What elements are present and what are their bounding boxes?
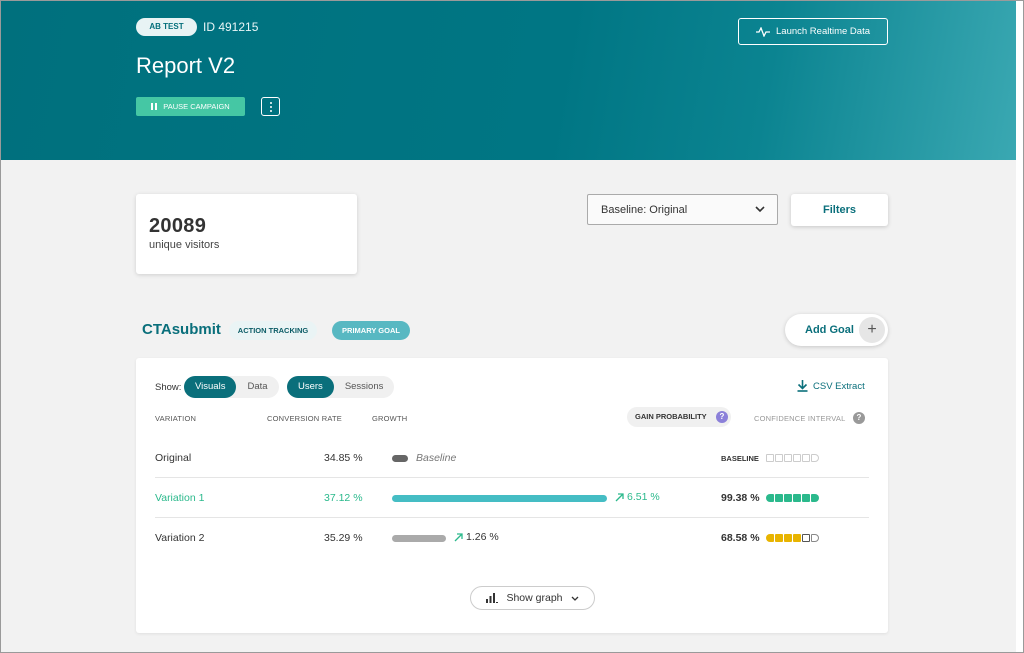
table-row: Variation 1 37.12 % 6.51 % 99.38 %: [155, 478, 869, 518]
gain-help-icon[interactable]: ?: [716, 411, 728, 423]
variation-name: Variation 1: [155, 492, 205, 504]
growth-value-text: 1.26 %: [466, 531, 499, 543]
pause-icon: [151, 103, 158, 110]
table-row: Original 34.85 % Baseline BASELINE: [155, 438, 869, 478]
action-tracking-chip: ACTION TRACKING: [229, 321, 317, 340]
ab-test-chip: AB TEST: [136, 18, 197, 36]
confidence-interval-meter: [766, 454, 819, 462]
gain-probability-value: 99.38 %: [721, 492, 760, 504]
chevron-down-icon: [571, 596, 578, 601]
add-goal-button[interactable]: Add Goal +: [785, 314, 888, 346]
more-options-icon[interactable]: [261, 97, 280, 116]
variation-name: Original: [155, 452, 192, 464]
show-graph-button[interactable]: Show graph: [470, 586, 595, 610]
toggle-visuals[interactable]: Visuals: [184, 376, 237, 398]
gain-probability-label: GAIN PROBABILITY: [635, 412, 707, 421]
show-label: Show:: [155, 382, 182, 393]
launch-realtime-data-button[interactable]: Launch Realtime Data: [738, 18, 888, 45]
confidence-segment: [784, 494, 792, 502]
confidence-segment: [802, 454, 810, 462]
view-toggle: Visuals Data: [184, 376, 279, 398]
page-title: Report V2: [136, 53, 236, 78]
pause-campaign-label: PAUSE CAMPAIGN: [163, 102, 230, 111]
confidence-segment: [811, 534, 819, 542]
growth-value: 6.51 %: [615, 491, 660, 503]
growth-bar: [392, 535, 446, 542]
column-header-confidence-interval: CONFIDENCE INTERVAL: [754, 414, 846, 423]
arrow-up-right-icon: [454, 532, 463, 541]
visitors-count: 20089: [149, 215, 207, 237]
goal-name: CTAsubmit: [142, 321, 221, 338]
confidence-segment: [811, 494, 819, 502]
growth-bar: [392, 495, 607, 502]
column-header-variation: VARIATION: [155, 414, 197, 423]
growth-baseline-label: Baseline: [416, 452, 457, 464]
add-goal-label: Add Goal: [805, 324, 854, 336]
confidence-interval-meter: [766, 534, 819, 542]
csv-extract-button[interactable]: CSV Extract: [797, 380, 865, 392]
confidence-segment: [775, 494, 783, 502]
toggle-users[interactable]: Users: [287, 376, 334, 398]
scrollbar[interactable]: [1016, 0, 1024, 653]
column-header-growth: GROWTH: [372, 414, 408, 423]
pulse-icon: [756, 26, 770, 37]
variation-name: Variation 2: [155, 532, 205, 544]
arrow-up-right-icon: [615, 492, 624, 501]
report-header: AB TEST ID 491215 Report V2 PAUSE CAMPAI…: [0, 0, 1016, 160]
confidence-segment: [775, 454, 783, 462]
confidence-segment: [775, 534, 783, 542]
report-id: ID 491215: [203, 20, 259, 34]
confidence-interval-meter: [766, 494, 819, 502]
confidence-help-icon[interactable]: ?: [853, 412, 865, 424]
confidence-segment: [811, 454, 819, 462]
conversion-rate: 34.85 %: [324, 452, 363, 464]
confidence-segment: [793, 454, 801, 462]
results-card: Show: Visuals Data Users Sessions CSV Ex…: [136, 358, 888, 633]
chevron-down-icon: [755, 206, 765, 213]
table-row: Variation 2 35.29 % 1.26 % 68.58 %: [155, 518, 869, 558]
confidence-segment: [793, 494, 801, 502]
growth-value: 1.26 %: [454, 531, 499, 543]
column-header-conversion-rate: CONVERSION RATE: [267, 414, 342, 423]
toggle-sessions[interactable]: Sessions: [334, 376, 395, 398]
download-icon: [797, 380, 808, 392]
visitors-card: 20089 unique visitors: [136, 194, 357, 274]
column-header-gain-probability[interactable]: GAIN PROBABILITY ?: [627, 407, 731, 427]
confidence-segment: [802, 534, 810, 542]
csv-extract-label: CSV Extract: [813, 380, 865, 392]
confidence-segment: [766, 494, 774, 502]
baseline-select-value: Baseline: Original: [601, 204, 688, 216]
visitors-label: unique visitors: [149, 239, 220, 251]
confidence-segment: [766, 534, 774, 542]
toggle-data[interactable]: Data: [236, 376, 278, 398]
primary-goal-chip: PRIMARY GOAL: [332, 321, 410, 340]
baseline-marker: [392, 455, 408, 462]
plus-icon: +: [859, 317, 885, 343]
confidence-segment: [784, 534, 792, 542]
confidence-segment: [802, 494, 810, 502]
filters-button[interactable]: Filters: [791, 194, 888, 226]
metric-toggle: Users Sessions: [287, 376, 395, 398]
confidence-segment: [793, 534, 801, 542]
launch-realtime-data-label: Launch Realtime Data: [776, 26, 870, 37]
confidence-segment: [784, 454, 792, 462]
conversion-rate: 35.29 %: [324, 532, 363, 544]
growth-value-text: 6.51 %: [627, 491, 660, 503]
pause-campaign-button[interactable]: PAUSE CAMPAIGN: [136, 97, 245, 116]
gain-probability-value: 68.58 %: [721, 532, 760, 544]
baseline-select[interactable]: Baseline: Original: [587, 194, 778, 225]
gain-probability-baseline: BASELINE: [721, 454, 759, 463]
bar-chart-icon: [486, 593, 499, 603]
show-graph-label: Show graph: [506, 592, 563, 604]
conversion-rate: 37.12 %: [324, 492, 363, 504]
confidence-segment: [766, 454, 774, 462]
